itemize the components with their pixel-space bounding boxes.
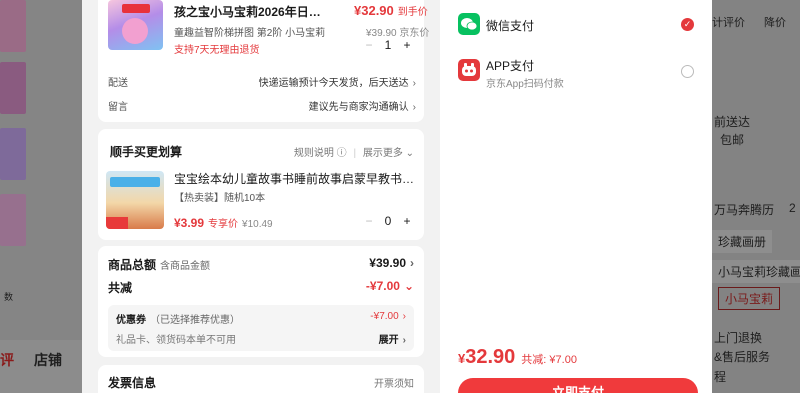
background-text: 前送达 [714,115,751,129]
goods-total-value: ¥39.90 [369,256,406,270]
invoice-hint-link[interactable]: 开票须知 [374,375,414,390]
background-right-column: 计评价 降价 前送达 包邮 万马奔腾历 2 珍藏画册 小马宝莉珍藏画册 小马宝莉… [712,0,800,393]
radio-unchecked-icon[interactable] [681,65,694,78]
gift-card-text: 礼品卡、领货码本单不可用 [116,335,236,346]
note-row[interactable]: 建议先与商家沟通确认 › [309,98,416,113]
background-tab-reviews: 评 [0,352,14,368]
product-price: ¥32.90 到手价 [354,3,428,18]
chevron-right-icon: › [402,311,406,322]
product-title[interactable]: 孩之宝小马宝莉2026年日历官... [174,3,324,20]
book-price-value: ¥3.99 [174,216,205,230]
plus-icon[interactable]: + [398,38,416,52]
background-chip-selected: 小马宝莉 [718,287,781,310]
chevron-down-icon[interactable]: ⌄ [406,148,414,159]
book-spec: 【热卖装】随机10本 [174,193,266,204]
background-text: &售后服务 [714,350,771,364]
background-left-column: 数 [0,0,82,393]
chevron-right-icon: › [412,102,416,113]
payment-panel: 微信支付 ✓ APP支付 京东App扫码付款 ¥32.90 共减: ¥7.00 立… [440,0,712,393]
delivery-row[interactable]: 快递运输预计今天发货，后天送达 › [259,74,416,89]
goods-total-label: 商品总额 含商品金额 [108,256,210,273]
background-text: 包邮 [720,133,745,147]
background-chip: 小马宝莉珍藏画册 [712,260,800,283]
total-discount: 共减: ¥7.00 [521,354,577,366]
chevron-right-icon: › [402,335,406,346]
product-price-tag: 到手价 [397,7,428,18]
coupon-label-row: 优惠券 （已选择推荐优惠） [116,311,240,326]
addon-title: 顺手买更划算 [110,145,183,159]
discount-label: 共减 [108,281,133,295]
summary-card: 商品总额 含商品金额 ¥39.90 › 共减 -¥7.00 ⌄ 优惠券 （已选择推荐优惠… [98,246,424,357]
book-price-tag: 专享价 [208,219,239,230]
payment-option-name: APP支付 [486,59,535,73]
product-card: 孩之宝小马宝莉2026年日历官... ¥32.90到手价 童趣益智阶梯拼图 第2… [98,0,429,122]
note-label: 留言 [108,102,128,113]
goods-total-title: 商品总额 [108,258,157,272]
background-text: 计评价 [712,17,745,29]
chevron-right-icon: › [412,78,416,89]
book-quantity-stepper: − 0 + [360,214,416,228]
invoice-hint: 开票须知 [374,379,414,390]
background-text: 2 [789,201,796,215]
delivery-label: 配送 [108,78,128,89]
discount-value: -¥7.00 [365,279,400,293]
product-quantity-stepper: − 1 + [360,38,416,52]
chevron-right-icon: › [410,256,414,270]
wechat-icon [458,13,480,35]
coupon-value: -¥7.00 [370,311,399,322]
invoice-label: 发票信息 [108,376,157,390]
addon-links: 规则说明 ⓘ | 展示更多 ⌄ [293,148,414,159]
minus-icon[interactable]: − [360,38,378,52]
product-original-price: ¥39.90 京东价 [366,28,430,39]
show-more-link[interactable]: 展示更多 [363,148,403,159]
invoice-card[interactable]: 发票信息 开票须知 [98,365,424,393]
background-tab-shop: 店铺 [34,352,62,368]
expand-label: 展开 [378,335,399,346]
delivery-value: 快递运输预计今天发货，后天送达 [258,78,409,89]
minus-icon[interactable]: − [360,214,378,228]
book-quantity[interactable]: 0 [378,214,398,228]
background-thumbnail [0,128,26,180]
background-text: 程 [714,370,727,384]
coupon-value-row: -¥7.00 › [370,311,406,322]
addon-card: 顺手买更划算 规则说明 ⓘ | 展示更多 ⌄ 宝宝绘本幼儿童故事书睡前故事启蒙早… [98,129,424,240]
background-text: 上门退换 [714,331,763,345]
order-total: ¥32.90 共减: ¥7.00 [458,346,577,369]
discount-row[interactable]: -¥7.00 ⌄ [366,279,414,293]
rules-link[interactable]: 规则说明 [294,148,334,159]
return-policy: 支持7天无理由退货 [174,45,260,56]
jd-app-icon [458,59,480,81]
background-text: 数 [4,292,14,302]
book-original-price: ¥10.49 [242,219,273,230]
coupon-box[interactable]: 优惠券 （已选择推荐优惠） -¥7.00 › 礼品卡、领货码本单不可用 展开 › [108,305,414,351]
product-image[interactable] [108,0,163,50]
book-title[interactable]: 宝宝绘本幼儿童故事书睡前故事启蒙早教书籍 绘本0... [174,170,418,187]
goods-total-sub: 含商品金额 [160,261,211,272]
goods-total-row[interactable]: ¥39.90 › [369,256,414,270]
chevron-down-icon: ⌄ [403,279,414,293]
background-thumbnail [0,194,26,246]
radio-checked-icon[interactable]: ✓ [681,18,694,31]
product-price-value: ¥32.90 [354,3,394,18]
book-price: ¥3.99 专享价 ¥10.49 [174,215,273,230]
total-amount: 32.90 [465,346,516,368]
expand-link[interactable]: 展开 › [379,331,406,346]
background-thumbnail [0,62,26,114]
coupon-hint: （已选择推荐优惠） [150,315,240,326]
background-thumbnail [0,0,26,52]
product-quantity[interactable]: 1 [378,38,398,52]
note-value: 建议先与商家沟通确认 [308,102,409,113]
plus-icon[interactable]: + [398,214,416,228]
info-icon[interactable]: ⓘ [337,148,347,159]
background-chip: 珍藏画册 [712,230,773,253]
product-spec[interactable]: 童趣益智阶梯拼图 第2阶 小马宝莉 [174,24,325,39]
book-image[interactable] [106,171,164,229]
payment-option-sub: 京东App扫码付款 [486,79,564,90]
coupon-label: 优惠券 [116,315,146,326]
background-text: 降价 [764,17,786,29]
payment-option-name: 微信支付 [486,19,535,33]
background-text: 万马奔腾历 [714,203,775,217]
order-sheet: 孩之宝小马宝莉2026年日历官... ¥32.90到手价 童趣益智阶梯拼图 第2… [82,0,440,393]
pay-now-button[interactable]: 立即支付 [458,378,698,393]
